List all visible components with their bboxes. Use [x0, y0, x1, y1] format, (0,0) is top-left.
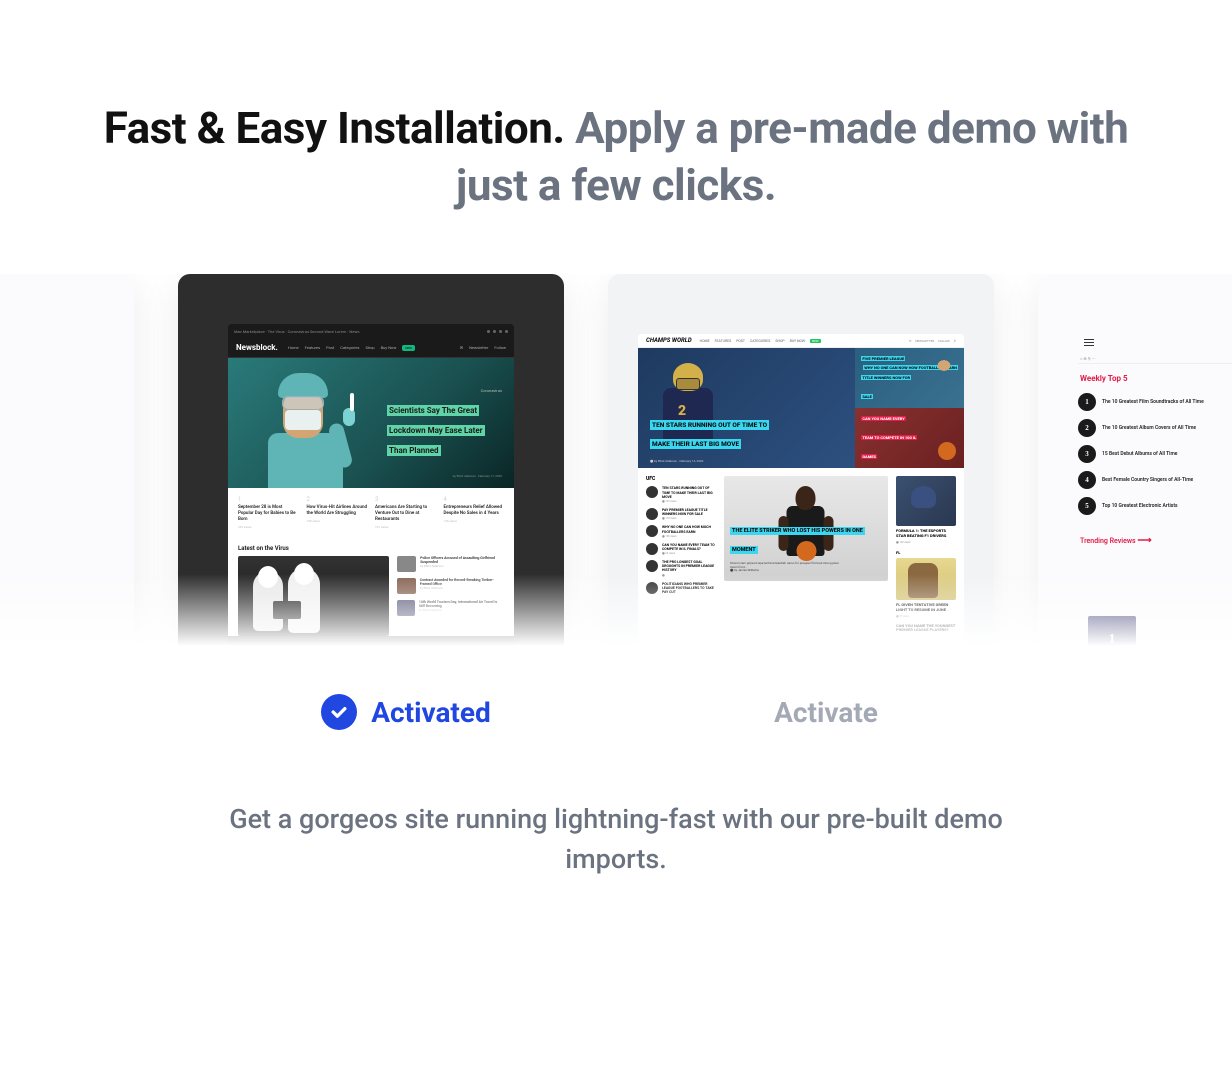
list-item: 2The 10 Greatest Album Covers of All Tim… — [1078, 419, 1232, 437]
hero-headline: TEN STARS RUNNING OUT OF TIME TO MAKE TH… — [650, 420, 769, 449]
hero-section: Coronavirus Scientists Say The Great Loc… — [228, 358, 514, 488]
activated-label: Activated — [371, 696, 491, 729]
list-item: 1The 10 Greatest Film Soundtracks of All… — [1078, 393, 1232, 411]
heading-bold: Fast & Easy Installation. — [104, 102, 565, 154]
list-item: 315 Best Debut Albums of All Time — [1078, 445, 1232, 463]
section-title: Weekly Top 5 — [1080, 374, 1232, 383]
nav-items: HomeFeaturesPostCategoriesShopBuy NowNEW — [288, 345, 415, 351]
demo-card-reviews[interactable]: ⌂ ⊕ ⚲ ⋯ Weekly Top 5 1The 10 Greatest Fi… — [1038, 274, 1232, 664]
activate-label: Activate — [774, 696, 878, 729]
main-heading: Fast & Easy Installation. Apply a pre-ma… — [0, 0, 1232, 274]
trending-label: Trending Reviews ⟶ — [1080, 535, 1232, 546]
list-item: 5Top 10 Greatest Electronic Artists — [1078, 497, 1232, 515]
demo-card-newsblock[interactable]: Mac Marketplace · The Virus · Coronaviru… — [178, 274, 564, 664]
menu-icon — [1084, 339, 1094, 347]
ranked-thumb: 1 — [1088, 616, 1136, 664]
demo-card-sports[interactable]: CHAMPS WORLD HOMEFEATURESPOSTCATEGORIESS… — [608, 274, 994, 664]
hero-headline: Scientists Say The Great Lockdown May Ea… — [387, 405, 485, 455]
site-logo: Newsblock. — [236, 343, 278, 352]
demo-carousel: f ⋯ The Latest Top Ten Best Christmas So… — [0, 274, 1232, 664]
section-title: Latest on the Virus — [228, 537, 514, 556]
demo-card-music[interactable]: f ⋯ The Latest Top Ten Best Christmas So… — [0, 274, 134, 664]
subtitle: Get a gorgeos site running lightning-fas… — [0, 780, 1232, 898]
activate-button[interactable]: Activate — [616, 694, 1036, 730]
action-buttons: Activated Activate — [0, 664, 1232, 780]
site-logo: CHAMPS WORLD — [646, 337, 692, 344]
article-row: 1September 28 is Most Popular Day for Ba… — [228, 488, 514, 537]
list-item: 4Best Female Country Singers of All-Time — [1078, 471, 1232, 489]
activated-button[interactable]: Activated — [196, 694, 616, 730]
check-icon — [321, 694, 357, 730]
